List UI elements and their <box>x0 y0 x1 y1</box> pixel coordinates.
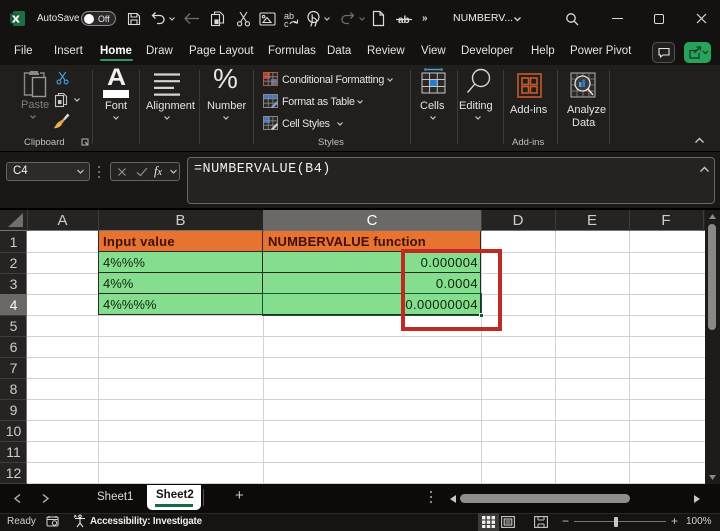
svg-text:c: c <box>284 19 289 28</box>
